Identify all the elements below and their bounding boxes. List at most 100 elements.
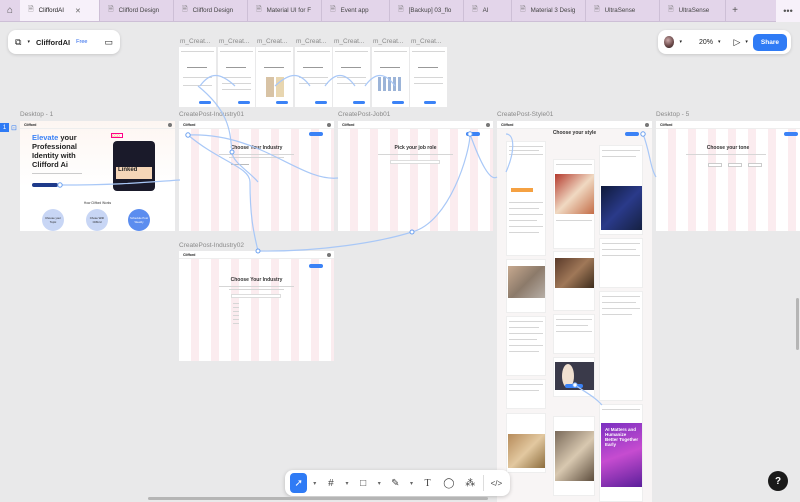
- post-card[interactable]: [553, 251, 595, 311]
- plan-badge[interactable]: Free: [76, 39, 87, 45]
- job-input[interactable]: [390, 160, 440, 164]
- next-button[interactable]: [784, 132, 798, 136]
- rectangle-tool-icon[interactable]: □: [354, 473, 371, 493]
- post-card[interactable]: [599, 291, 643, 401]
- page-indicator[interactable]: 1 ⊡: [0, 123, 17, 132]
- top-nav: Clifford: [338, 121, 493, 129]
- tab-material-ui[interactable]: 🗎Material UI for F: [248, 0, 322, 21]
- step-circle: Schedule Post Weekly: [128, 209, 150, 231]
- next-button[interactable]: [466, 132, 480, 136]
- tone-option[interactable]: [728, 163, 742, 167]
- tab-event-app[interactable]: 🗎Event app: [322, 0, 390, 21]
- avatar[interactable]: [664, 36, 674, 48]
- frame-desktop-1[interactable]: Clifford Elevate your Professional Ident…: [20, 121, 175, 231]
- post-card[interactable]: [599, 238, 643, 288]
- chevron-down-icon[interactable]: ▾: [408, 473, 415, 493]
- tab-cliffordai[interactable]: 🗎 CliffordAI ✕: [20, 0, 100, 21]
- new-tab-icon[interactable]: +: [726, 0, 744, 21]
- mini-frame[interactable]: [218, 47, 255, 107]
- tab-ultrasense[interactable]: 🗎UltraSense: [586, 0, 660, 21]
- vertical-scrollbar[interactable]: [796, 298, 799, 350]
- divider: [483, 475, 484, 491]
- file-panel: ⧉ ▾ CliffordAI Free ▭: [8, 30, 120, 54]
- tab-clifford-design-2[interactable]: 🗎Clifford Design: [174, 0, 248, 21]
- chevron-down-icon[interactable]: ▾: [679, 39, 682, 45]
- frame-tool-icon[interactable]: #: [322, 473, 339, 493]
- home-icon[interactable]: ⌂: [0, 0, 20, 21]
- frame-title: Pick your job role: [338, 145, 493, 151]
- post-card[interactable]: [553, 357, 595, 397]
- next-button[interactable]: [309, 132, 323, 136]
- tab-label: Event app: [341, 7, 369, 14]
- post-card[interactable]: [506, 141, 546, 256]
- frame-label: m_Creat...: [411, 38, 441, 45]
- tab-material-3[interactable]: 🗎Material 3 Desig: [512, 0, 586, 21]
- frame-desktop-5[interactable]: Clifford Choose your tone: [656, 121, 800, 231]
- frame-industry-02[interactable]: Clifford Choose Your Industry: [179, 251, 334, 361]
- chevron-down-icon[interactable]: ▾: [376, 473, 383, 493]
- section-title: How Clifford Works: [20, 201, 175, 205]
- dev-mode-icon[interactable]: </>: [488, 473, 505, 493]
- hero-accent: Elevate: [32, 133, 58, 142]
- chevron-down-icon[interactable]: ▾: [27, 39, 30, 45]
- chevron-down-icon[interactable]: ▾: [344, 473, 351, 493]
- pen-tool-icon[interactable]: ✎: [387, 473, 404, 493]
- play-icon[interactable]: ▷: [733, 37, 740, 48]
- canvas[interactable]: m_Creat... m_Creat... m_Creat... m_Creat…: [0, 22, 800, 502]
- step-circle: Chose With Clifford: [86, 209, 108, 231]
- mini-frame[interactable]: [295, 47, 332, 107]
- logo: Clifford: [501, 123, 513, 127]
- post-card[interactable]: [553, 314, 595, 354]
- frame-style-01[interactable]: Clifford Choose your style: [497, 121, 652, 502]
- file-icon: 🗎: [28, 5, 34, 16]
- phone-mockup: [113, 141, 155, 191]
- tab-label: CliffordAI: [39, 7, 64, 14]
- post-card[interactable]: AI Matters and Humanize Better Together …: [599, 404, 643, 502]
- mini-frame[interactable]: [372, 47, 409, 107]
- frame-label: CreatePost-Job01: [338, 111, 390, 118]
- chevron-down-icon[interactable]: ▾: [311, 473, 318, 493]
- mini-frame[interactable]: [333, 47, 370, 107]
- chevron-down-icon[interactable]: ▾: [718, 39, 721, 45]
- tab-label: UltraSense: [605, 7, 636, 14]
- move-tool-icon[interactable]: ➚: [290, 473, 307, 493]
- post-card[interactable]: [506, 413, 546, 473]
- select-button[interactable]: [565, 384, 583, 388]
- cta-button[interactable]: [32, 183, 58, 187]
- tab-backup[interactable]: 🗎[Backup] 03_flo: [390, 0, 464, 21]
- actions-tool-icon[interactable]: ⁂: [462, 473, 479, 493]
- file-name[interactable]: CliffordAI: [36, 38, 70, 47]
- tab-clifford-design[interactable]: 🗎Clifford Design: [100, 0, 174, 21]
- comment-tool-icon[interactable]: ◯: [440, 473, 457, 493]
- close-icon[interactable]: ✕: [75, 7, 81, 15]
- main-menu-icon[interactable]: ⧉: [15, 37, 21, 48]
- next-button[interactable]: [309, 264, 323, 268]
- post-card[interactable]: [506, 379, 546, 409]
- frame-industry-01[interactable]: Clifford Choose Your Industry: [179, 121, 334, 231]
- post-card[interactable]: [599, 145, 643, 235]
- tab-label: [Backup] 03_flo: [409, 7, 452, 14]
- tab-ai[interactable]: 🗎AI: [464, 0, 512, 21]
- text-tool-icon[interactable]: T: [419, 473, 436, 493]
- more-icon[interactable]: •••: [776, 0, 800, 22]
- horizontal-scrollbar[interactable]: [148, 497, 488, 500]
- post-card[interactable]: [506, 259, 546, 313]
- mini-frame[interactable]: [179, 47, 216, 107]
- industry-dropdown[interactable]: [231, 294, 281, 298]
- chevron-down-icon[interactable]: ▾: [745, 39, 748, 45]
- logo: Clifford: [24, 123, 36, 127]
- sidebar-toggle-icon[interactable]: ▭: [104, 37, 113, 48]
- tone-option[interactable]: [748, 163, 762, 167]
- post-card[interactable]: [553, 159, 595, 249]
- promo-image: AI Matters and Humanize Better Together …: [601, 423, 643, 487]
- mini-frame[interactable]: [256, 47, 293, 107]
- post-card[interactable]: [506, 316, 546, 376]
- tab-ultrasense-2[interactable]: 🗎UltraSense: [660, 0, 726, 21]
- help-button[interactable]: ?: [768, 471, 788, 491]
- zoom-level[interactable]: 20%: [699, 39, 713, 46]
- frame-job-01[interactable]: Clifford Pick your job role: [338, 121, 493, 231]
- post-card[interactable]: [553, 416, 595, 496]
- mini-frame[interactable]: [410, 47, 447, 107]
- share-button[interactable]: Share: [753, 34, 787, 51]
- tone-option[interactable]: [708, 163, 722, 167]
